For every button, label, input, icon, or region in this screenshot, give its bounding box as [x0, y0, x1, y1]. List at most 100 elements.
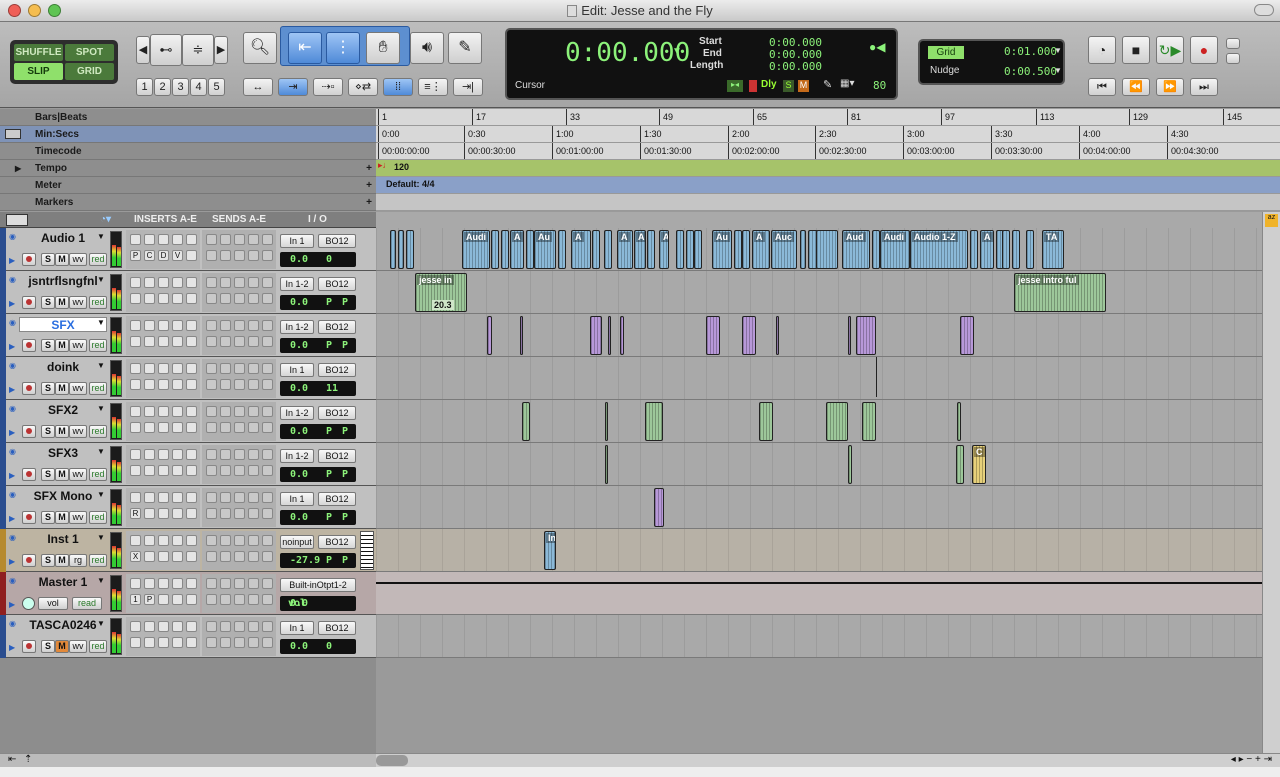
audio-clip[interactable] — [605, 445, 608, 484]
send-slot[interactable] — [248, 422, 259, 433]
audio-clip[interactable] — [800, 230, 806, 269]
min-secs-timeline[interactable]: 0:00 0:30 1:00 1:30 2:00 2:30 3:00 3:30 … — [376, 126, 1280, 143]
input-selector[interactable]: Built-inOtpt1-2 — [280, 578, 356, 592]
mute-button[interactable]: M — [55, 511, 69, 524]
zoom-preset-1[interactable]: 1 — [136, 78, 153, 96]
send-slot[interactable] — [234, 320, 245, 331]
audio-clip[interactable] — [676, 230, 684, 269]
volume-value[interactable]: 0.0 — [290, 639, 308, 654]
insert-slot[interactable] — [130, 234, 141, 245]
send-slot[interactable] — [262, 293, 273, 304]
fast-forward-button[interactable]: ⏩ — [1156, 78, 1184, 96]
send-slot[interactable] — [234, 277, 245, 288]
insert-slot[interactable] — [130, 637, 141, 648]
track-name[interactable]: SFX2 — [19, 403, 107, 418]
view-mode-button[interactable]: wv — [69, 468, 87, 481]
insert-slot[interactable] — [186, 277, 197, 288]
audio-clip[interactable]: Au — [534, 230, 556, 269]
expand-triangle-icon[interactable]: ▶ — [15, 160, 21, 177]
audio-clip[interactable] — [862, 402, 876, 441]
send-slot[interactable] — [206, 277, 217, 288]
audio-clip[interactable] — [686, 230, 694, 269]
send-slot[interactable] — [248, 336, 259, 347]
input-selector[interactable]: In 1 — [280, 492, 314, 506]
output-selector[interactable]: BO12 — [318, 320, 356, 334]
insertion-follows-button[interactable]: ⁞⁞ — [383, 78, 413, 96]
send-slot[interactable] — [262, 621, 273, 632]
pan-value[interactable]: P — [326, 467, 332, 482]
mute-button[interactable]: M — [55, 554, 69, 567]
pan-right-value[interactable]: P — [342, 338, 348, 353]
az-icon[interactable]: az — [1265, 214, 1278, 227]
expand-track-icon[interactable]: ▶ — [9, 600, 15, 609]
insert-slot[interactable] — [158, 422, 169, 433]
pan-right-value[interactable]: P — [342, 295, 348, 310]
volume-pan-display[interactable]: 0.0 0 — [280, 252, 356, 267]
volume-value[interactable]: 0.0 — [290, 467, 308, 482]
clock-icon[interactable]: ◔▾ — [100, 212, 111, 228]
send-slot[interactable] — [234, 336, 245, 347]
mirror-midi-button[interactable]: ⋄⇄ — [348, 78, 378, 96]
send-slot[interactable] — [248, 578, 259, 589]
track-options-icon[interactable]: ◉ — [9, 275, 16, 284]
input-selector[interactable]: In 1-2 — [280, 449, 314, 463]
automation-follows-button[interactable]: ≡⋮ — [418, 78, 448, 96]
audio-clip[interactable]: A — [980, 230, 994, 269]
grabber-tool-icon[interactable]: ✋︎ — [366, 32, 400, 64]
volume-pan-display[interactable]: 0.0 11 — [280, 381, 356, 396]
solo-button[interactable]: S — [41, 425, 55, 438]
audio-clip[interactable] — [605, 402, 608, 441]
insert-slot[interactable] — [186, 465, 197, 476]
audio-clip[interactable]: A — [752, 230, 770, 269]
audio-clip[interactable] — [501, 230, 509, 269]
volume-pan-display[interactable]: 0.0 P P — [280, 295, 356, 310]
insert-slot[interactable] — [186, 234, 197, 245]
add-marker-icon[interactable]: + — [366, 194, 372, 211]
audio-zoom-icon[interactable]: ⊷ — [150, 34, 182, 66]
send-slot[interactable] — [262, 551, 273, 562]
insert-slot[interactable] — [144, 551, 155, 562]
automation-mode-button[interactable]: read — [72, 597, 102, 610]
insert-slot[interactable] — [130, 621, 141, 632]
track-name[interactable]: TASCA0246 — [19, 618, 107, 633]
insert-slot[interactable] — [130, 535, 141, 546]
insert-slot[interactable]: P — [130, 250, 141, 261]
send-slot[interactable] — [234, 535, 245, 546]
send-slot[interactable] — [262, 234, 273, 245]
close-button[interactable] — [8, 4, 21, 17]
send-slot[interactable] — [262, 594, 273, 605]
insert-slot[interactable] — [158, 492, 169, 503]
expand-track-icon[interactable]: ▶ — [9, 385, 15, 394]
track-header[interactable]: ◉ ▶ SFX2 ▼ S M wv red In 1-2 BO12 0.0 P P — [0, 400, 376, 443]
send-slot[interactable] — [220, 637, 231, 648]
track-options-icon[interactable]: ◉ — [9, 361, 16, 370]
expand-track-icon[interactable]: ▶ — [9, 557, 15, 566]
pan-value[interactable]: P — [326, 424, 332, 439]
insert-slot[interactable]: V — [172, 250, 183, 261]
audio-clip[interactable] — [390, 230, 396, 269]
insert-slot[interactable] — [144, 234, 155, 245]
insert-slot[interactable] — [158, 621, 169, 632]
link-track-edit-button[interactable]: ⇢▫ — [313, 78, 343, 96]
send-slot[interactable] — [220, 363, 231, 374]
insert-slot[interactable] — [186, 422, 197, 433]
send-slot[interactable] — [206, 492, 217, 503]
track-name[interactable]: SFX3 — [19, 446, 107, 461]
audio-clip[interactable] — [406, 230, 414, 269]
track-header[interactable]: ◉ ▶ SFX3 ▼ S M wv red In 1-2 BO12 0.0 P P — [0, 443, 376, 486]
toolbar-toggle-button[interactable] — [1254, 4, 1274, 16]
insert-slot[interactable] — [158, 551, 169, 562]
audio-clip[interactable] — [956, 445, 964, 484]
nudge-label[interactable]: Nudge — [930, 65, 959, 76]
solo-button[interactable]: S — [41, 382, 55, 395]
midi-keyboard-icon[interactable] — [360, 531, 374, 570]
vertical-scrollbar[interactable]: az — [1262, 212, 1280, 753]
insert-slot[interactable] — [144, 465, 155, 476]
track-options-icon[interactable]: ◉ — [9, 619, 16, 628]
insert-slot[interactable] — [172, 465, 183, 476]
insert-slot[interactable]: X — [130, 551, 141, 562]
record-enable-button[interactable] — [22, 468, 36, 481]
insert-slot[interactable] — [158, 336, 169, 347]
track-name[interactable]: SFX — [19, 317, 107, 332]
insert-slot[interactable] — [158, 293, 169, 304]
